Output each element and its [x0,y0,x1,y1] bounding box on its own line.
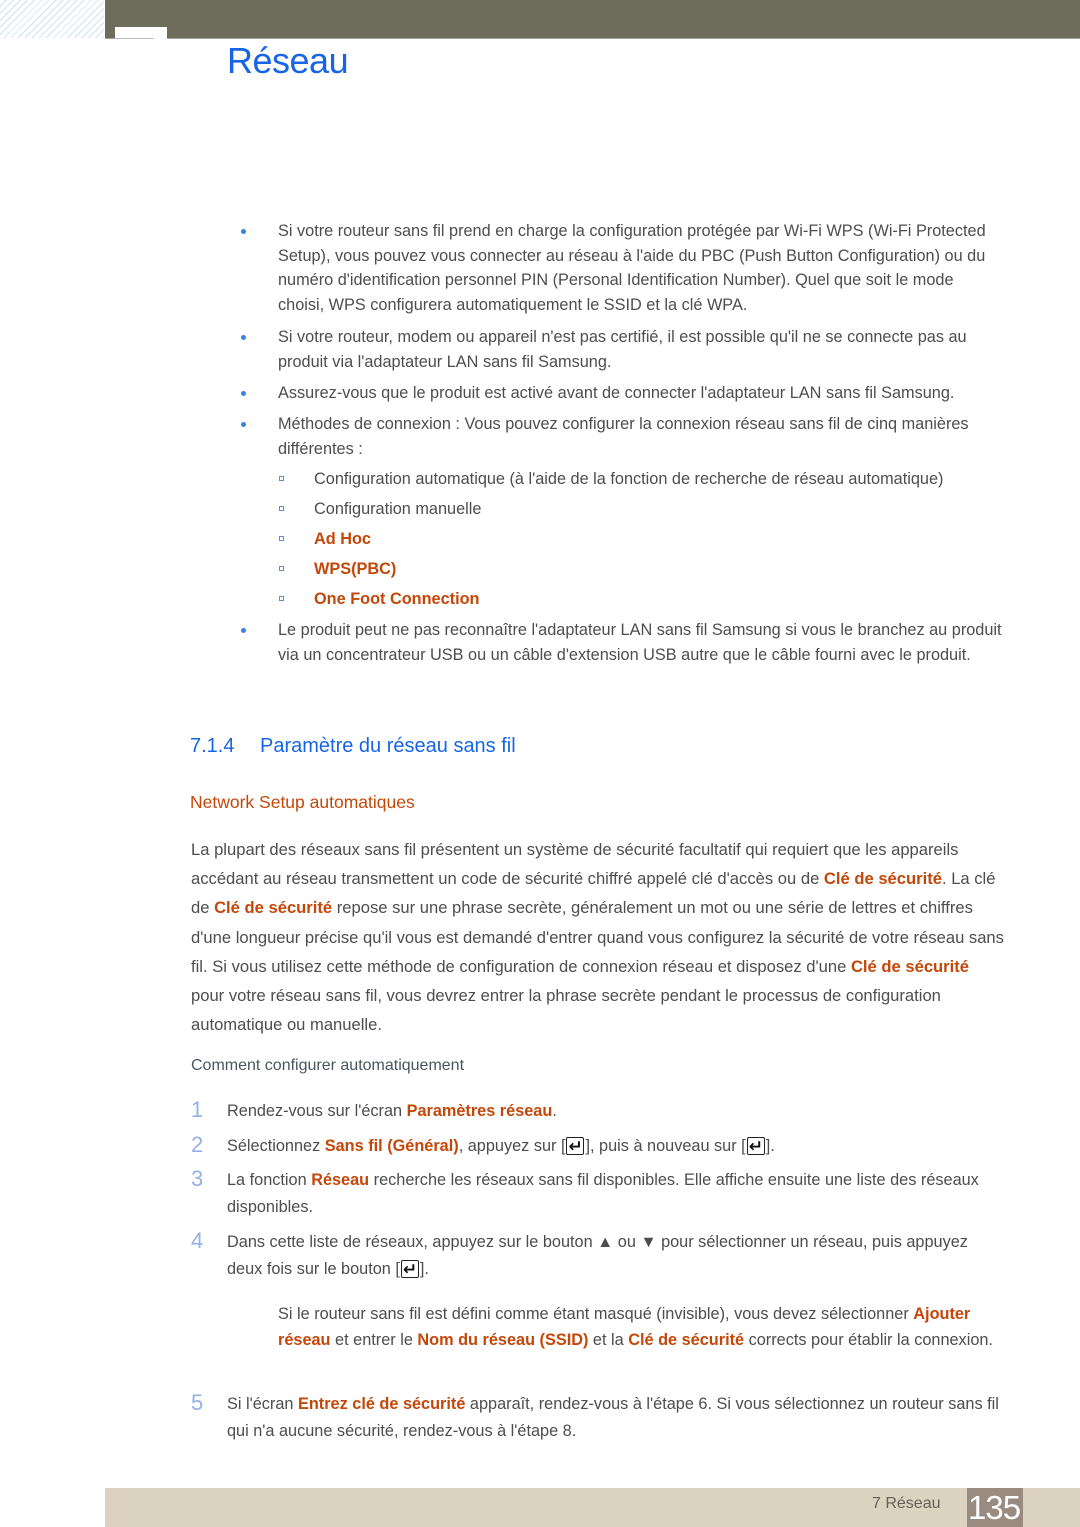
enter-key-icon [400,1257,419,1284]
step-number: 1 [191,1097,204,1122]
step-text: Sélectionnez [227,1137,325,1155]
bullet-item: Le produit peut ne pas reconnaître l'ada… [241,618,1002,667]
step-text: ]. [765,1137,775,1155]
square-bullet-icon [279,566,284,571]
howto-heading: Comment configurer automatiquement [191,1057,465,1074]
section-heading: 7.1.4 Paramètre du réseau sans fil [190,735,516,758]
step-text: ]. [419,1260,429,1278]
section-title: Paramètre du réseau sans fil [260,735,516,757]
step-highlight: Réseau [311,1171,370,1189]
bullet-text: Méthodes de connexion : Vous pouvez conf… [278,415,969,458]
connection-method-item: Configuration manuelle [279,497,482,521]
connection-method-item: Configuration automatique (à l'aide de l… [279,467,944,491]
step-item: 4 Dans cette liste de réseaux, appuyez s… [191,1228,1007,1284]
note-text: et entrer le [330,1331,418,1349]
connection-method-label: WPS(PBC) [314,560,397,578]
enter-key-icon [746,1134,765,1161]
bullet-dot-icon [241,391,246,396]
step-highlight: Entrez clé de sécurité [297,1395,466,1413]
step-item: 5 Si l'écran Entrez clé de sécurité appa… [191,1390,1007,1445]
step-text: . [552,1102,557,1120]
note-text: et la [588,1331,629,1349]
connection-method-label: Configuration automatique (à l'aide de l… [314,470,944,488]
page-number-text: 135 [968,1489,1021,1526]
step-text: ], puis à nouveau sur [ [585,1137,746,1155]
subsection-heading: Network Setup automatiques [190,792,415,812]
step-number: 5 [191,1390,204,1415]
square-bullet-icon [279,596,284,601]
bullet-text: Si votre routeur sans fil prend en charg… [278,222,986,315]
bullet-dot-icon [241,628,246,633]
step-number: 3 [191,1166,204,1191]
security-key-term: Clé de sécurité [214,898,333,918]
section-number: 7.1.4 [190,735,235,757]
step-text: Dans cette liste de réseaux, appuyez sur… [227,1233,968,1278]
step-text: Rendez-vous sur l'écran [227,1102,407,1120]
bullet-text: Si votre routeur, modem ou appareil n'es… [278,328,967,371]
bullet-text: Assurez-vous que le produit est activé a… [278,384,955,402]
connection-method-label: One Foot Connection [314,590,480,608]
bullet-item: Si votre routeur sans fil prend en charg… [241,219,1002,318]
bullet-item: Méthodes de connexion : Vous pouvez conf… [241,412,1002,461]
bullet-text: Le produit peut ne pas reconnaître l'ada… [278,621,1002,664]
connection-method-item: Ad Hoc [279,527,371,551]
header-tab-decoration [115,27,167,39]
note-text: corrects pour établir la connexion. [744,1331,993,1349]
step-highlight: Paramètres réseau [406,1102,553,1120]
square-bullet-icon [279,536,284,541]
connection-method-item: WPS(PBC) [279,557,397,581]
security-key-term: Clé de sécurité [823,869,942,889]
step-text: , appuyez sur [ [458,1137,566,1155]
connection-method-label: Ad Hoc [314,530,371,548]
connection-method-item: One Foot Connection [279,587,480,611]
step-item: 1 Rendez-vous sur l'écran Paramètres rés… [191,1097,1007,1125]
step-number: 2 [191,1132,204,1157]
header-hatch-decoration [0,0,104,38]
header-bar [105,0,1080,39]
enter-key-icon [566,1134,585,1161]
note-highlight: Nom du réseau (SSID) [417,1331,589,1349]
square-bullet-icon [279,506,284,511]
step-number: 4 [191,1228,204,1253]
step-text: La fonction [227,1171,312,1189]
security-key-term: Clé de sécurité [850,956,970,976]
note-highlight: Clé de sécurité [628,1331,745,1349]
note-text: Si le routeur sans fil est défini comme … [278,1305,914,1323]
chapter-title: Réseau [227,40,349,81]
step-highlight: Sans fil (Général) [324,1137,459,1155]
footer-chapter-label: 7 Réseau [872,1495,941,1512]
square-bullet-icon [279,476,284,481]
step-text: Si l'écran [227,1395,298,1413]
intro-paragraph: La plupart des réseaux sans fil présente… [191,835,1006,1039]
intro-text: pour votre réseau sans fil, vous devrez … [191,986,941,1035]
note-block: Si le routeur sans fil est défini comme … [278,1301,998,1353]
bullet-dot-icon [241,335,246,340]
page-number: 135 [967,1488,1023,1527]
bullet-item: Si votre routeur, modem ou appareil n'es… [241,325,1002,374]
step-item: 3 La fonction Réseau recherche les résea… [191,1166,1007,1221]
bullet-dot-icon [241,422,246,427]
bullet-dot-icon [241,229,246,234]
connection-method-label: Configuration manuelle [314,500,482,518]
step-item: 2 Sélectionnez Sans fil (Général), appuy… [191,1132,1007,1161]
bullet-item: Assurez-vous que le produit est activé a… [241,381,1002,406]
